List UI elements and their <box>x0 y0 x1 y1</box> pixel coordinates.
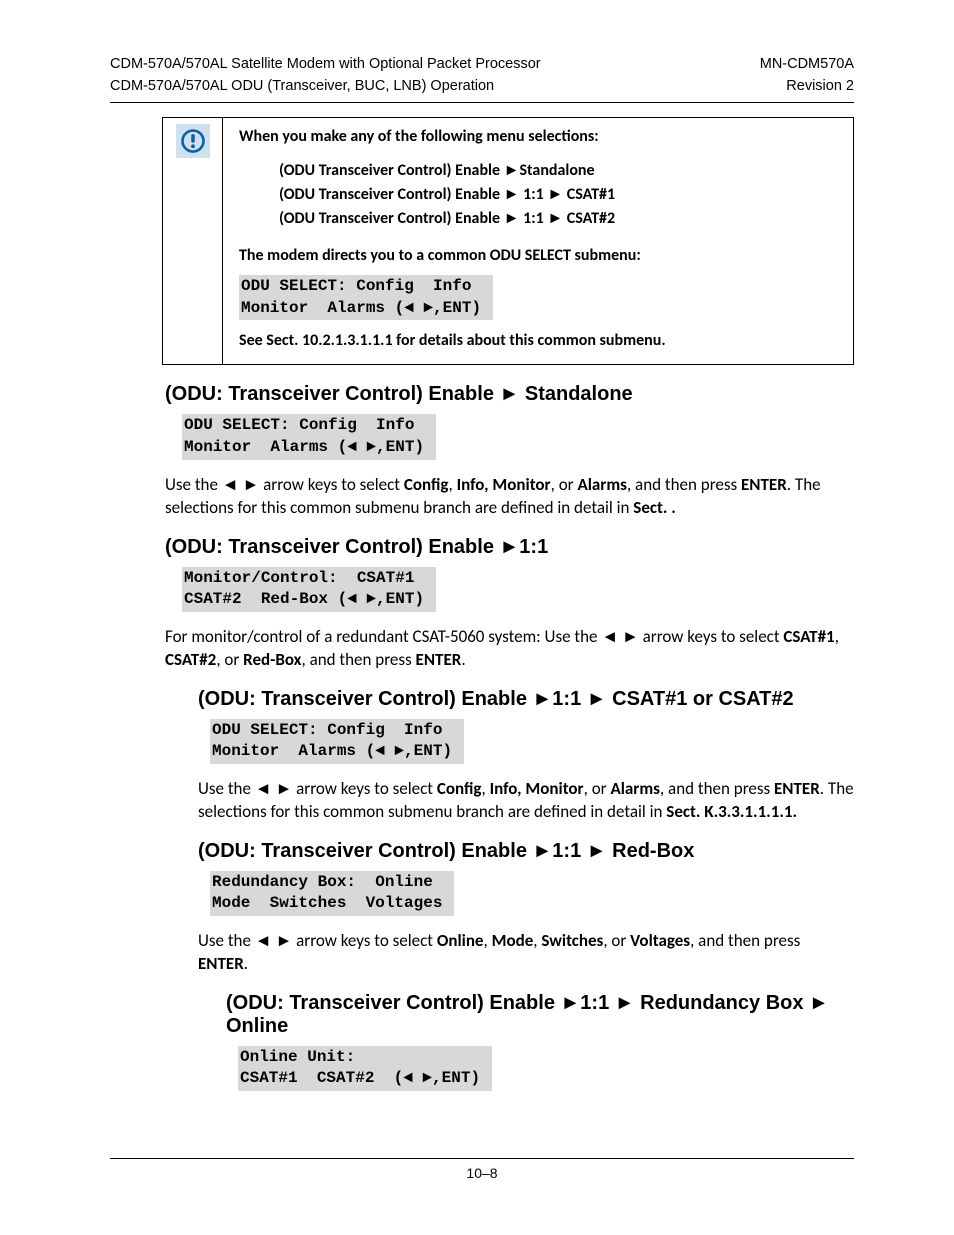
notice-body: When you make any of the following menu … <box>223 118 853 364</box>
notice-line-2: (ODU Transceiver Control) Enable ► 1:1 ►… <box>279 183 837 207</box>
notice-line-1: (ODU Transceiver Control) Enable ►Standa… <box>279 159 837 183</box>
header-rule <box>110 102 854 103</box>
page-header: CDM-570A/570AL Satellite Modem with Opti… <box>110 55 854 103</box>
t: Use the ◄ ► arrow keys to select <box>165 474 404 495</box>
t: Alarms <box>610 778 660 799</box>
para-redbox: Use the ◄ ► arrow keys to select Online,… <box>198 930 854 976</box>
t: . <box>244 953 248 974</box>
code-csat: ODU SELECT: Config Info Monitor Alarms (… <box>210 719 464 764</box>
header-right-2: Revision 2 <box>786 77 854 97</box>
t: , and then press <box>302 649 416 670</box>
t: CSAT#1 <box>783 626 834 647</box>
t: , and then press <box>690 930 800 951</box>
heading-redbox: (ODU: Transceiver Control) Enable ►1:1 ►… <box>198 840 854 863</box>
notice-ref: See Sect. 10.2.1.3.1.1.1 for details abo… <box>239 330 837 352</box>
t: CSAT#2 <box>165 649 216 670</box>
t: Online <box>437 930 484 951</box>
t: ENTER <box>416 649 462 670</box>
notice-mid: The modem directs you to a common ODU SE… <box>239 245 837 267</box>
code-online: Online Unit: CSAT#1 CSAT#2 (◄ ►,ENT) <box>238 1046 492 1091</box>
t: , and then press <box>627 474 741 495</box>
t: ENTER <box>774 778 820 799</box>
t: Red-Box <box>243 649 301 670</box>
t: For monitor/control of a redundant CSAT-… <box>165 626 783 647</box>
header-left-1: CDM-570A/570AL Satellite Modem with Opti… <box>110 55 541 75</box>
t: , <box>449 474 457 495</box>
t: , or <box>584 778 611 799</box>
t: Config <box>404 474 449 495</box>
notice-code: ODU SELECT: Config Info Monitor Alarms (… <box>239 275 493 320</box>
t: Info, Monitor <box>457 474 551 495</box>
notice-icon-cell <box>163 118 223 364</box>
t: Sect. . <box>633 497 676 518</box>
para-standalone: Use the ◄ ► arrow keys to select Config,… <box>165 474 854 520</box>
t: , or <box>603 930 630 951</box>
notice-lead: When you make any of the following menu … <box>239 126 837 148</box>
heading-online: (ODU: Transceiver Control) Enable ►1:1 ►… <box>226 992 854 1038</box>
t: Mode <box>492 930 534 951</box>
t: , <box>835 626 839 647</box>
t: Use the ◄ ► arrow keys to select <box>198 930 437 951</box>
alert-circle-icon <box>176 124 210 158</box>
code-11: Monitor/Control: CSAT#1 CSAT#2 Red-Box (… <box>182 567 436 612</box>
footer-rule <box>110 1158 854 1159</box>
heading-csat: (ODU: Transceiver Control) Enable ►1:1 ►… <box>198 688 854 711</box>
header-right-1: MN-CDM570A <box>760 55 854 75</box>
notice-line-3: (ODU Transceiver Control) Enable ► 1:1 ►… <box>279 207 837 231</box>
header-left-2: CDM-570A/570AL ODU (Transceiver, BUC, LN… <box>110 77 494 97</box>
t: Switches <box>541 930 603 951</box>
t: ENTER <box>198 953 244 974</box>
t: , or <box>216 649 243 670</box>
para-csat: Use the ◄ ► arrow keys to select Config,… <box>198 778 854 824</box>
heading-11: (ODU: Transceiver Control) Enable ►1:1 <box>165 536 854 559</box>
heading-standalone: (ODU: Transceiver Control) Enable ► Stan… <box>165 383 854 406</box>
t: Use the ◄ ► arrow keys to select <box>198 778 437 799</box>
para-11: For monitor/control of a redundant CSAT-… <box>165 626 854 672</box>
notice-box: When you make any of the following menu … <box>162 117 854 365</box>
t: Config <box>437 778 482 799</box>
t: , and then press <box>660 778 774 799</box>
notice-menu-list: (ODU Transceiver Control) Enable ►Standa… <box>279 159 837 231</box>
page-footer: 10–8 <box>110 1158 854 1181</box>
code-standalone: ODU SELECT: Config Info Monitor Alarms (… <box>182 414 436 459</box>
t: Alarms <box>577 474 627 495</box>
t: , <box>484 930 492 951</box>
t: Voltages <box>630 930 690 951</box>
t: . <box>461 649 465 670</box>
t: , <box>482 778 490 799</box>
code-redbox: Redundancy Box: Online Mode Switches Vol… <box>210 871 454 916</box>
t: Sect. K.3.3.1.1.1.1. <box>666 801 797 822</box>
t: , or <box>551 474 578 495</box>
t: Info, Monitor <box>490 778 584 799</box>
page-content: CDM-570A/570AL Satellite Modem with Opti… <box>110 55 854 1195</box>
page-number: 10–8 <box>466 1165 497 1181</box>
t: ENTER <box>741 474 787 495</box>
